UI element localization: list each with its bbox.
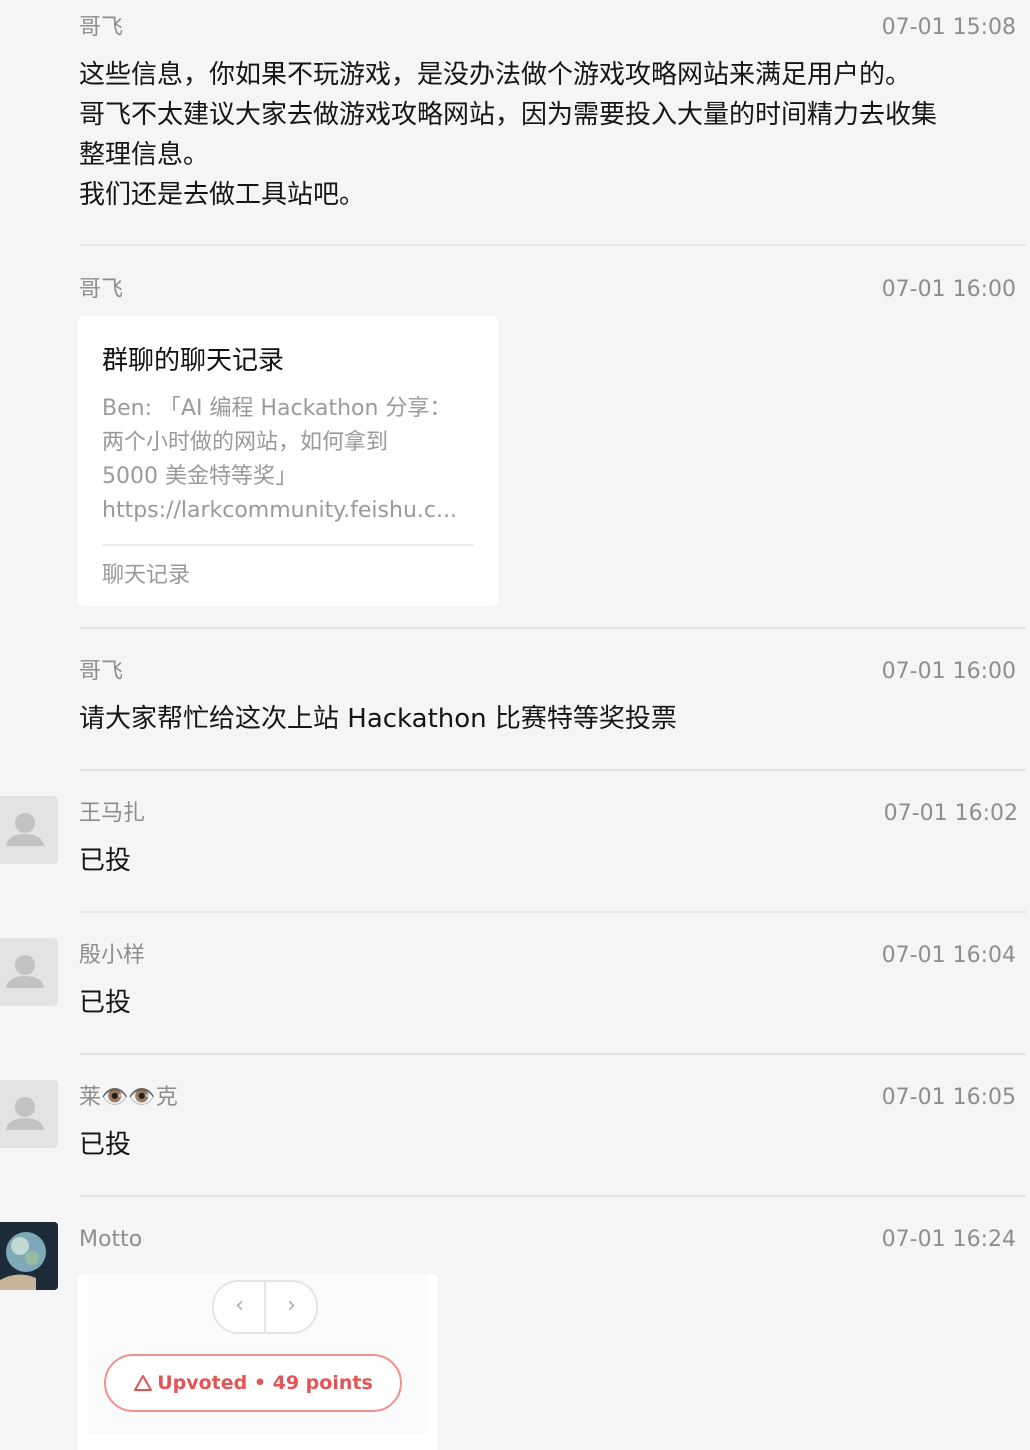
sender-name[interactable]: 殷小样 bbox=[79, 942, 145, 970]
message-time: 07-01 16:05 bbox=[881, 1085, 1016, 1110]
chat-record-card[interactable]: 群聊的聊天记录 Ben: 「AI 编程 Hackathon 分享： 两个小时做的… bbox=[78, 316, 498, 606]
avatar[interactable] bbox=[0, 938, 58, 1006]
sender-name[interactable]: 哥飞 bbox=[79, 14, 123, 42]
default-user-icon bbox=[6, 813, 44, 846]
message-text: 这些信息，你如果不玩游戏，是没办法做个游戏攻略网站来满足用户的。 哥飞不太建议大… bbox=[79, 55, 1019, 215]
pager-control: ‹ › bbox=[212, 1280, 318, 1334]
prev-button[interactable]: ‹ bbox=[214, 1282, 265, 1332]
default-user-icon bbox=[6, 955, 44, 988]
message-time: 07-01 15:08 bbox=[881, 15, 1016, 40]
message-text: 已投 bbox=[79, 1130, 132, 1160]
image-attachment[interactable]: ‹ › Upvoted • 49 points bbox=[78, 1274, 438, 1450]
sender-name[interactable]: 王马扎 bbox=[79, 800, 145, 828]
card-preview-line: 两个小时做的网站，如何拿到 bbox=[102, 430, 389, 455]
upvote-button[interactable]: Upvoted • 49 points bbox=[104, 1354, 402, 1412]
sender-name[interactable]: 莱👁️👁️克 bbox=[79, 1084, 178, 1112]
card-preview-line: Ben: 「AI 编程 Hackathon 分享： bbox=[102, 396, 452, 421]
message-line: 这些信息，你如果不玩游戏，是没办法做个游戏攻略网站来满足用户的。 bbox=[79, 60, 912, 90]
message-time: 07-01 16:04 bbox=[881, 943, 1016, 968]
next-button[interactable]: › bbox=[266, 1282, 317, 1332]
message-line: 哥飞不太建议大家去做游戏攻略网站，因为需要投入大量的时间精力去收集 bbox=[79, 100, 938, 130]
message-line: 整理信息。 bbox=[79, 140, 210, 170]
message-divider bbox=[80, 627, 1025, 629]
message-divider bbox=[80, 769, 1025, 771]
message-divider bbox=[80, 911, 1025, 913]
message-divider bbox=[80, 1195, 1025, 1197]
card-divider bbox=[102, 544, 474, 546]
message-divider bbox=[80, 244, 1025, 246]
screenshot-image: ‹ › Upvoted • 49 points bbox=[88, 1274, 428, 1434]
globe-avatar-image bbox=[0, 1222, 58, 1290]
avatar[interactable] bbox=[0, 1222, 58, 1290]
avatar[interactable] bbox=[0, 1080, 58, 1148]
message-time: 07-01 16:00 bbox=[881, 659, 1016, 684]
sender-name[interactable]: 哥飞 bbox=[79, 276, 123, 304]
upvote-label: Upvoted • 49 points bbox=[157, 1372, 373, 1394]
triangle-up-icon bbox=[134, 1375, 153, 1391]
message-divider bbox=[80, 1053, 1025, 1055]
sender-name[interactable]: 哥飞 bbox=[79, 658, 123, 686]
card-title: 群聊的聊天记录 bbox=[102, 346, 285, 376]
card-footer-label: 聊天记录 bbox=[102, 563, 191, 588]
sender-name[interactable]: Motto bbox=[79, 1226, 142, 1254]
message-time: 07-01 16:00 bbox=[881, 277, 1016, 302]
card-preview-link: https://larkcommunity.feishu.c... bbox=[102, 498, 457, 523]
default-user-icon bbox=[6, 1097, 44, 1130]
message-text: 请大家帮忙给这次上站 Hackathon 比赛特等奖投票 bbox=[79, 704, 677, 734]
card-preview-line: 5000 美金特等奖」 bbox=[102, 464, 297, 489]
message-line: 我们还是去做工具站吧。 bbox=[79, 180, 366, 210]
message-time: 07-01 16:02 bbox=[883, 801, 1018, 826]
avatar[interactable] bbox=[0, 796, 58, 864]
message-time: 07-01 16:24 bbox=[881, 1227, 1016, 1252]
message-text: 已投 bbox=[79, 846, 132, 876]
message-text: 已投 bbox=[79, 988, 132, 1018]
